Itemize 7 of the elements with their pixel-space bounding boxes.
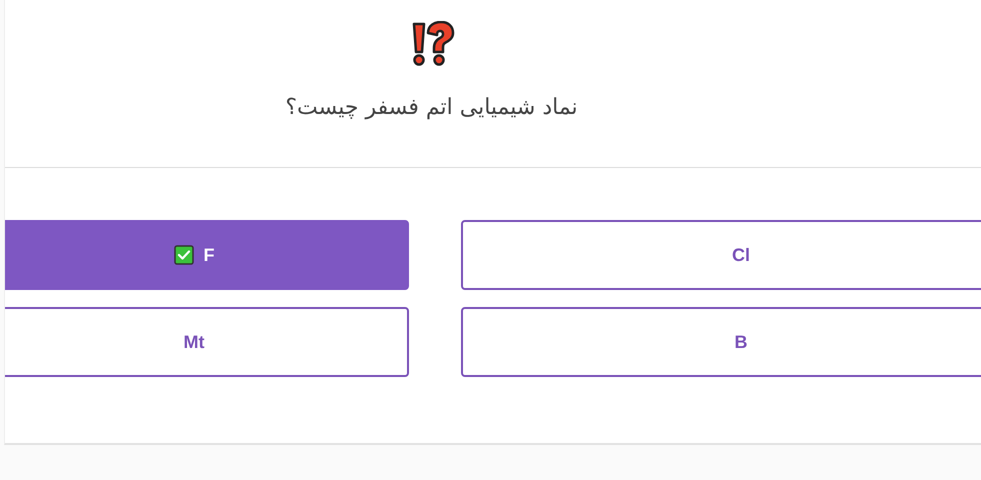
answer-option[interactable]: B bbox=[461, 307, 981, 377]
checkmark-icon bbox=[174, 245, 194, 265]
answer-option[interactable]: F bbox=[5, 220, 409, 290]
question-text: نماد شیمیایی اتم فسفر چیست؟ bbox=[285, 95, 578, 120]
exclamation-question-icon bbox=[411, 21, 455, 67]
answer-option[interactable]: Cl bbox=[461, 220, 981, 290]
answer-option[interactable]: Mt bbox=[5, 307, 409, 377]
